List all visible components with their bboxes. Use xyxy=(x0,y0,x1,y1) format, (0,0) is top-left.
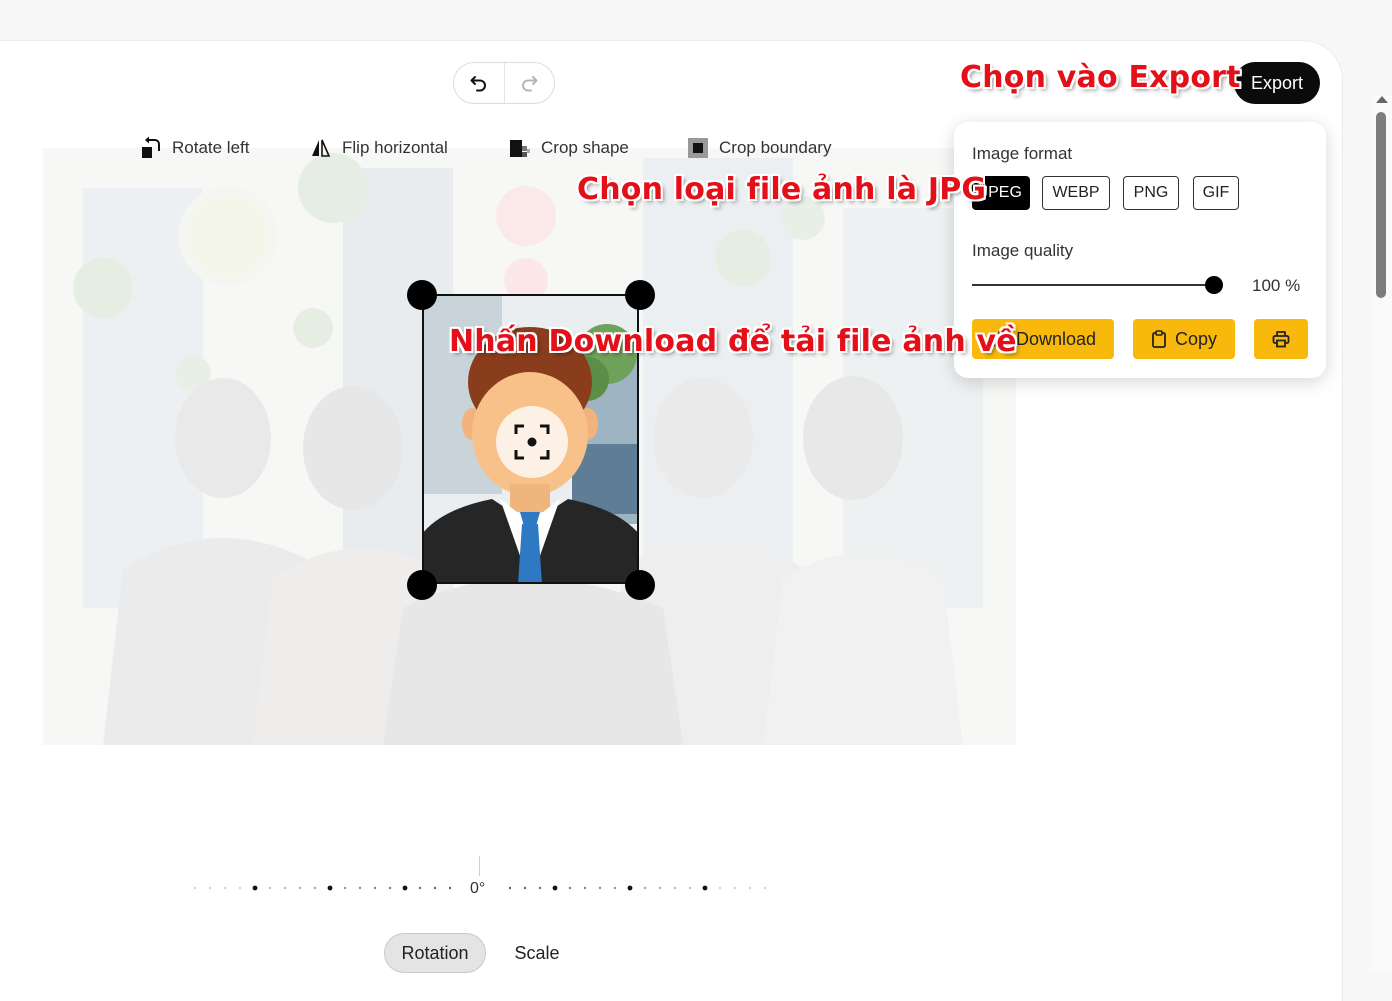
format-option-png[interactable]: PNG xyxy=(1123,176,1179,210)
copy-button[interactable]: Copy xyxy=(1133,319,1235,359)
ruler-center-marker xyxy=(479,856,480,876)
ruler-major-dot xyxy=(327,885,333,891)
rotate-left-icon xyxy=(142,136,160,158)
quality-value: 100 % xyxy=(1252,276,1301,295)
ruler-dot xyxy=(358,886,362,890)
ruler-dot xyxy=(763,886,767,890)
image-quality-label: Image quality xyxy=(972,241,1074,260)
ruler-dot xyxy=(223,886,227,890)
annotation-format: Chọn loại file ảnh là JPG xyxy=(577,172,987,207)
ruler-dot xyxy=(343,886,347,890)
ruler-dot xyxy=(598,886,602,890)
annotation-download: Nhấn Download để tải file ảnh về xyxy=(449,324,1017,359)
crop-boundary-label: Crop boundary xyxy=(719,138,832,157)
ruler-dot xyxy=(388,886,392,890)
ruler-dot xyxy=(433,886,437,890)
focus-icon xyxy=(514,424,550,460)
ruler-dot xyxy=(298,886,302,890)
ruler-dot xyxy=(658,886,662,890)
crop-handle-bottom-left[interactable] xyxy=(407,570,437,600)
crop-handle-top-left[interactable] xyxy=(407,280,437,310)
export-button[interactable]: Export xyxy=(1234,62,1320,104)
ruler-dot xyxy=(613,886,617,890)
print-button[interactable] xyxy=(1254,319,1308,359)
scroll-up-icon[interactable] xyxy=(1376,96,1388,103)
copy-label: Copy xyxy=(1174,328,1218,349)
history-controls xyxy=(453,62,555,104)
rotation-value: 0° xyxy=(470,880,486,897)
download-label: Download xyxy=(1015,328,1097,349)
rotate-left-label: Rotate left xyxy=(172,138,250,157)
ruler-dot xyxy=(373,886,377,890)
ruler-dot xyxy=(193,886,197,890)
copy-icon xyxy=(1152,330,1166,348)
crop-boundary-icon xyxy=(688,138,708,158)
format-option-gif[interactable]: GIF xyxy=(1193,176,1239,210)
ruler-dot xyxy=(538,886,542,890)
flip-horizontal-label: Flip horizontal xyxy=(342,138,448,157)
ruler-major-dot xyxy=(552,885,558,891)
ruler-dot xyxy=(283,886,287,890)
crop-boundary-button[interactable]: Crop boundary xyxy=(687,135,831,161)
ruler-major-dot xyxy=(702,885,708,891)
crop-handle-top-right[interactable] xyxy=(625,280,655,310)
ruler-dot xyxy=(238,886,242,890)
ruler-dot xyxy=(568,886,572,890)
ruler-dot xyxy=(448,886,452,890)
ruler-dot xyxy=(643,886,647,890)
ruler-dot xyxy=(418,886,422,890)
crop-center-control[interactable] xyxy=(496,406,568,478)
ruler-dot xyxy=(583,886,587,890)
ruler-major-dot xyxy=(252,885,258,891)
tab-rotation[interactable]: Rotation xyxy=(384,933,486,973)
ruler-dot xyxy=(313,886,317,890)
ruler-major-dot xyxy=(402,885,408,891)
rotate-left-button[interactable]: Rotate left xyxy=(140,135,250,161)
ruler-dot xyxy=(208,886,212,890)
scrollbar-thumb[interactable] xyxy=(1376,112,1386,298)
crop-handle-bottom-right[interactable] xyxy=(625,570,655,600)
ruler-dot xyxy=(733,886,737,890)
ruler-dot xyxy=(523,886,527,890)
crop-shape-label: Crop shape xyxy=(541,138,629,157)
format-option-webp[interactable]: WEBP xyxy=(1042,176,1110,210)
ruler-dot xyxy=(268,886,272,890)
image-format-label: Image format xyxy=(972,144,1073,163)
tab-scale[interactable]: Scale xyxy=(506,933,568,973)
undo-icon xyxy=(470,76,486,92)
ruler-dot xyxy=(673,886,677,890)
ruler-dot xyxy=(718,886,722,890)
ruler-dot xyxy=(508,886,512,890)
redo-icon xyxy=(522,76,538,92)
ruler-major-dot xyxy=(627,885,633,891)
ruler-dot xyxy=(688,886,692,890)
undo-button[interactable] xyxy=(454,63,504,103)
crop-shape-icon xyxy=(510,140,530,157)
quality-slider-track[interactable] xyxy=(972,284,1214,286)
flip-horizontal-button[interactable]: Flip horizontal xyxy=(310,135,448,161)
redo-button[interactable] xyxy=(503,63,555,103)
quality-slider-thumb[interactable] xyxy=(1205,276,1223,294)
print-icon xyxy=(1272,331,1290,348)
flip-horizontal-icon xyxy=(312,139,331,157)
annotation-export: Chọn vào Export xyxy=(960,60,1241,95)
ruler-dot xyxy=(748,886,752,890)
crop-shape-button[interactable]: Crop shape xyxy=(509,135,629,161)
